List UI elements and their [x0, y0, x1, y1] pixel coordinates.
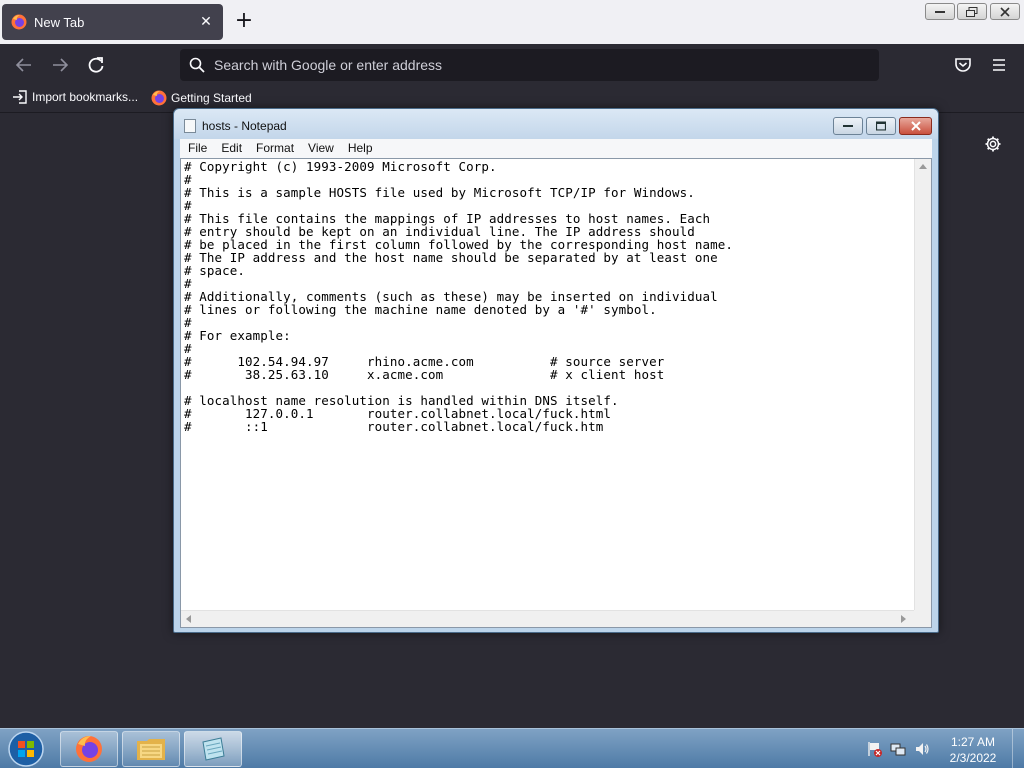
firefox-icon	[151, 90, 167, 106]
taskbar-file-explorer[interactable]	[122, 731, 180, 767]
notepad-close-button[interactable]	[899, 117, 932, 135]
address-input[interactable]	[214, 54, 854, 76]
window-title: hosts - Notepad	[202, 119, 287, 133]
notepad-icon	[202, 737, 225, 761]
notepad-minimize-button[interactable]	[833, 117, 863, 135]
menu-file[interactable]: File	[180, 139, 214, 158]
tab-new-tab[interactable]: New Tab ✕	[2, 4, 223, 40]
volume-icon[interactable]	[914, 741, 930, 757]
hosts-file-content[interactable]: # Copyright (c) 1993-2009 Microsoft Corp…	[184, 160, 914, 610]
new-tab-button[interactable]: +	[232, 10, 256, 34]
menu-view[interactable]: View	[301, 139, 341, 158]
notepad-title-bar[interactable]: hosts - Notepad	[174, 109, 938, 139]
pocket-icon[interactable]	[954, 56, 972, 74]
notepad-menu-bar: File Edit Format View Help	[180, 139, 932, 158]
minimize-icon	[843, 125, 853, 127]
address-bar[interactable]	[180, 49, 879, 81]
restore-icon	[966, 6, 978, 17]
minimize-button[interactable]	[925, 3, 955, 20]
clock-time: 1:27 AM	[950, 735, 996, 749]
tab-strip: New Tab ✕ +	[0, 0, 1024, 44]
close-window-button[interactable]	[990, 3, 1020, 20]
back-arrow-icon[interactable]	[12, 54, 36, 76]
close-tab-icon[interactable]: ✕	[198, 14, 214, 30]
taskbar: 1:27 AM 2/3/2022	[0, 728, 1024, 768]
taskbar-firefox[interactable]	[60, 731, 118, 767]
notepad-icon	[184, 119, 196, 133]
notepad-maximize-button[interactable]	[866, 117, 896, 135]
bookmark-label: Import bookmarks...	[32, 90, 139, 104]
restore-button[interactable]	[957, 3, 987, 20]
firefox-icon	[11, 14, 27, 30]
network-icon[interactable]	[890, 741, 906, 757]
notepad-window: hosts - Notepad File Edit Format View He…	[173, 108, 939, 633]
vertical-scrollbar[interactable]	[914, 159, 931, 611]
bookmark-getting-started[interactable]: Getting Started	[151, 90, 252, 106]
menu-edit[interactable]: Edit	[214, 139, 249, 158]
import-icon	[13, 90, 27, 104]
reload-icon[interactable]	[84, 54, 108, 76]
bookmark-import[interactable]: Import bookmarks...	[12, 90, 138, 104]
show-desktop-button[interactable]	[1012, 729, 1024, 768]
menu-format[interactable]: Format	[249, 139, 301, 158]
close-icon	[910, 121, 921, 131]
clock-date: 2/3/2022	[949, 751, 997, 765]
scroll-right-arrow-icon[interactable]	[901, 615, 906, 623]
resize-grip[interactable]	[914, 610, 931, 627]
close-icon	[1000, 6, 1010, 17]
minimize-icon	[935, 10, 945, 13]
firefox-icon	[76, 736, 102, 762]
hamburger-menu-icon[interactable]	[990, 56, 1008, 74]
action-center-flag-icon[interactable]	[866, 741, 882, 757]
start-button[interactable]	[5, 730, 47, 768]
taskbar-notepad[interactable]	[184, 731, 242, 767]
notepad-text-area[interactable]: # Copyright (c) 1993-2009 Microsoft Corp…	[180, 158, 932, 628]
system-clock[interactable]: 1:27 AM 2/3/2022	[940, 734, 1006, 766]
scroll-left-arrow-icon[interactable]	[186, 615, 191, 623]
gear-icon[interactable]	[984, 135, 1002, 153]
search-icon	[189, 57, 205, 73]
forward-arrow-icon[interactable]	[48, 54, 72, 76]
navigation-toolbar	[0, 44, 1024, 86]
scroll-up-arrow-icon[interactable]	[919, 164, 927, 169]
maximize-icon	[876, 121, 886, 131]
bookmark-label: Getting Started	[171, 91, 252, 105]
tab-title: New Tab	[34, 14, 85, 30]
horizontal-scrollbar[interactable]	[181, 610, 914, 627]
menu-help[interactable]: Help	[341, 139, 380, 158]
folder-icon	[137, 739, 165, 760]
